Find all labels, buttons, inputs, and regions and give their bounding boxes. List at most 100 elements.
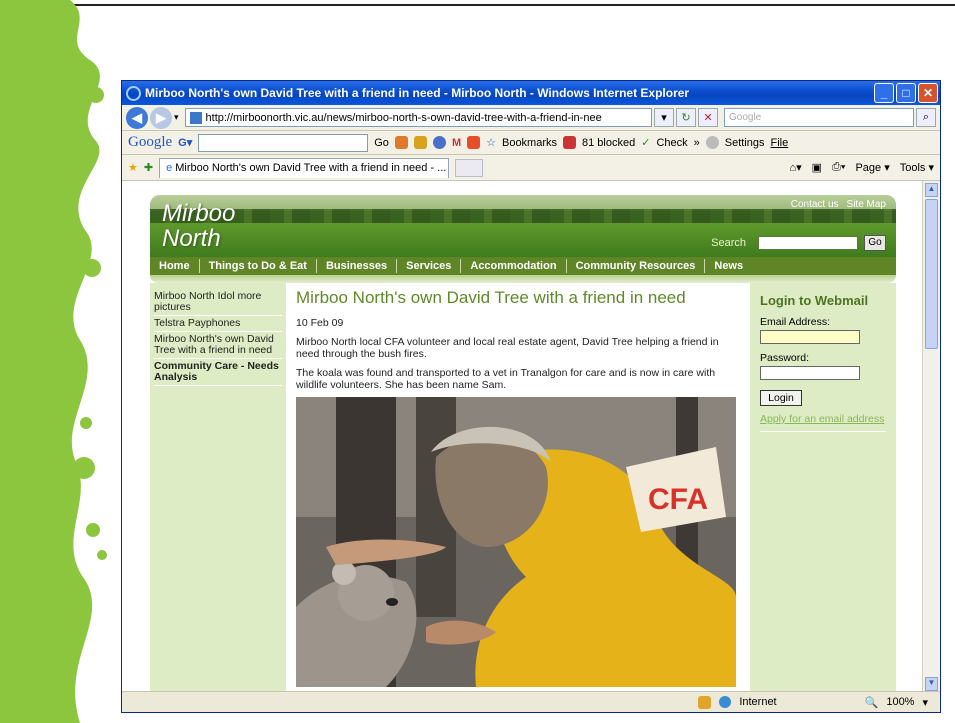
nav-home[interactable]: Home [150,259,200,273]
article-paragraph-2: The koala was found and transported to a… [296,367,716,391]
article-title: Mirboo North's own David Tree with a fri… [296,288,686,307]
sidebar-item-idol[interactable]: Mirboo North Idol more pictures [154,289,282,316]
sidebar-item-community-care[interactable]: Community Care - Needs Analysis [154,359,282,386]
history-dropdown-icon[interactable]: ▾ [174,112,179,123]
maximize-button[interactable]: □ [896,83,916,103]
vertical-scrollbar[interactable]: ▲ ▼ [922,181,940,693]
nav-businesses[interactable]: Businesses [317,259,398,273]
tab-active[interactable]: e Mirboo North's own David Tree with a f… [159,157,450,178]
article-photo: CFA [296,397,736,687]
search-icon[interactable]: ⌕ [916,108,936,127]
back-button[interactable]: ◀ [126,106,148,129]
site-search-go-button[interactable]: Go [864,235,886,251]
apply-email-link[interactable]: Apply for an email address [760,414,886,432]
close-button[interactable]: ✕ [918,83,938,103]
scroll-up-icon[interactable]: ▲ [925,183,938,197]
article-paragraph-1: Mirboo North local CFA volunteer and loc… [296,336,719,360]
mirboo-site: Mirboo North Contact us Site Map Search … [150,195,896,693]
search-input[interactable]: Google [724,108,914,127]
email-label: Email Address: [760,316,831,328]
decorative-green-blobs [0,0,107,723]
url-dropdown-icon[interactable]: ▾ [654,108,674,127]
settings-menu[interactable]: Settings [725,137,765,149]
forward-button[interactable]: ▶ [150,106,172,129]
nav-accommodation[interactable]: Accommodation [461,259,567,273]
google-logo: Google [128,134,173,150]
google-menu-icon[interactable]: G▾ [178,136,192,149]
page-menu[interactable]: Page ▾ [855,161,889,174]
new-tab-button[interactable] [455,158,484,177]
status-bar: Internet 🔍 100% ▾ [122,691,940,712]
site-search-input[interactable] [758,236,858,250]
nav-things-to-do[interactable]: Things to Do & Eat [200,259,317,273]
command-bar: ⌂▾ ▣ ⎙▾ Page ▾ Tools ▾ [789,161,934,174]
zoom-dropdown-icon[interactable]: ▾ [922,696,928,709]
feeds-icon[interactable]: ▣ [812,161,822,174]
spellcheck-icon: ✓ [641,137,651,149]
zone-label: Internet [739,696,777,708]
site-name-line1: Mirboo [162,200,236,227]
settings-icon [705,136,719,149]
sidebar-item-david-tree[interactable]: Mirboo North's own David Tree with a fri… [154,332,282,359]
nav-curve [150,275,896,283]
google-go-button[interactable]: Go [374,137,389,149]
check-menu[interactable]: Check [656,137,687,149]
nav-news[interactable]: News [705,259,752,273]
scroll-thumb[interactable] [925,199,938,349]
password-label: Password: [760,352,810,364]
email-field[interactable] [760,330,860,344]
tools-menu-label: Tools [899,162,926,174]
site-banner: Mirboo North Contact us Site Map Search … [150,195,896,257]
zoom-icon: 🔍 [864,696,879,709]
bookmarks-menu[interactable]: Bookmarks [502,137,557,149]
url-input[interactable]: http://mirboonorth.vic.au/news/mirboo-no… [184,108,652,127]
popup-blocker-icon [563,136,577,149]
tab-ie-icon: e [166,162,173,174]
cfa-logo: CFA [648,483,708,516]
sidebar-item-payphones[interactable]: Telstra Payphones [154,316,282,332]
site-nav: Home Things to Do & Eat Businesses Servi… [150,257,896,275]
tab-label: Mirboo North's own David Tree with a fri… [175,162,447,174]
password-field[interactable] [760,366,860,380]
ie-window: Mirboo North's own David Tree with a fri… [121,80,941,713]
star-icon[interactable]: ☆ [486,136,496,149]
stop-icon[interactable]: ✕ [698,108,718,127]
tools-menu[interactable]: Tools ▾ [900,161,934,174]
top-links: Contact us Site Map [791,199,886,210]
google-search-box[interactable] [198,133,369,152]
site-logo[interactable]: Mirboo North [162,201,235,251]
login-heading: Login to Webmail [760,293,869,308]
more-chevron-icon[interactable]: » [694,137,700,149]
nav-community-resources[interactable]: Community Resources [567,259,706,273]
print-icon[interactable]: ⎙▾ [832,161,845,174]
favorites-star-icon[interactable]: ★ [128,161,138,174]
page-icon [189,111,202,124]
refresh-icon[interactable]: ↻ [676,108,696,127]
scroll-down-icon[interactable]: ▼ [925,677,938,691]
page-menu-label: Page [855,162,882,174]
webmail-login: Login to Webmail Email Address: Password… [750,283,896,693]
ie-logo-icon [126,85,141,101]
koala-firefighter-photo: CFA [296,397,736,687]
sitemap-link[interactable]: Site Map [847,199,886,210]
title-bar[interactable]: Mirboo North's own David Tree with a fri… [122,81,940,105]
nav-services[interactable]: Services [397,259,462,273]
address-bar: ◀ ▶ ▾ http://mirboonorth.vic.au/news/mir… [122,105,940,131]
file-menu[interactable]: File [771,137,789,149]
zoom-level[interactable]: 100% [886,696,914,708]
toolbar-feed-icon[interactable] [467,136,481,149]
gmail-icon[interactable]: M [452,137,461,149]
add-favorites-icon[interactable]: ✚ [144,161,153,174]
contact-link[interactable]: Contact us [791,199,839,210]
article: Mirboo North's own David Tree with a fri… [296,289,744,687]
url-text: http://mirboonorth.vic.au/news/mirboo-no… [205,111,602,124]
toolbar-highlight-icon[interactable] [413,136,427,149]
minimize-button[interactable]: _ [874,83,894,103]
home-icon[interactable]: ⌂▾ [789,161,801,174]
window-title: Mirboo North's own David Tree with a fri… [145,86,690,100]
popup-blocked-count[interactable]: 81 blocked [582,137,635,149]
toolbar-globe-icon[interactable] [432,136,446,149]
login-button[interactable]: Login [760,390,802,406]
page-viewport: Mirboo North Contact us Site Map Search … [122,181,922,693]
toolbar-tool-icon[interactable] [394,136,408,149]
